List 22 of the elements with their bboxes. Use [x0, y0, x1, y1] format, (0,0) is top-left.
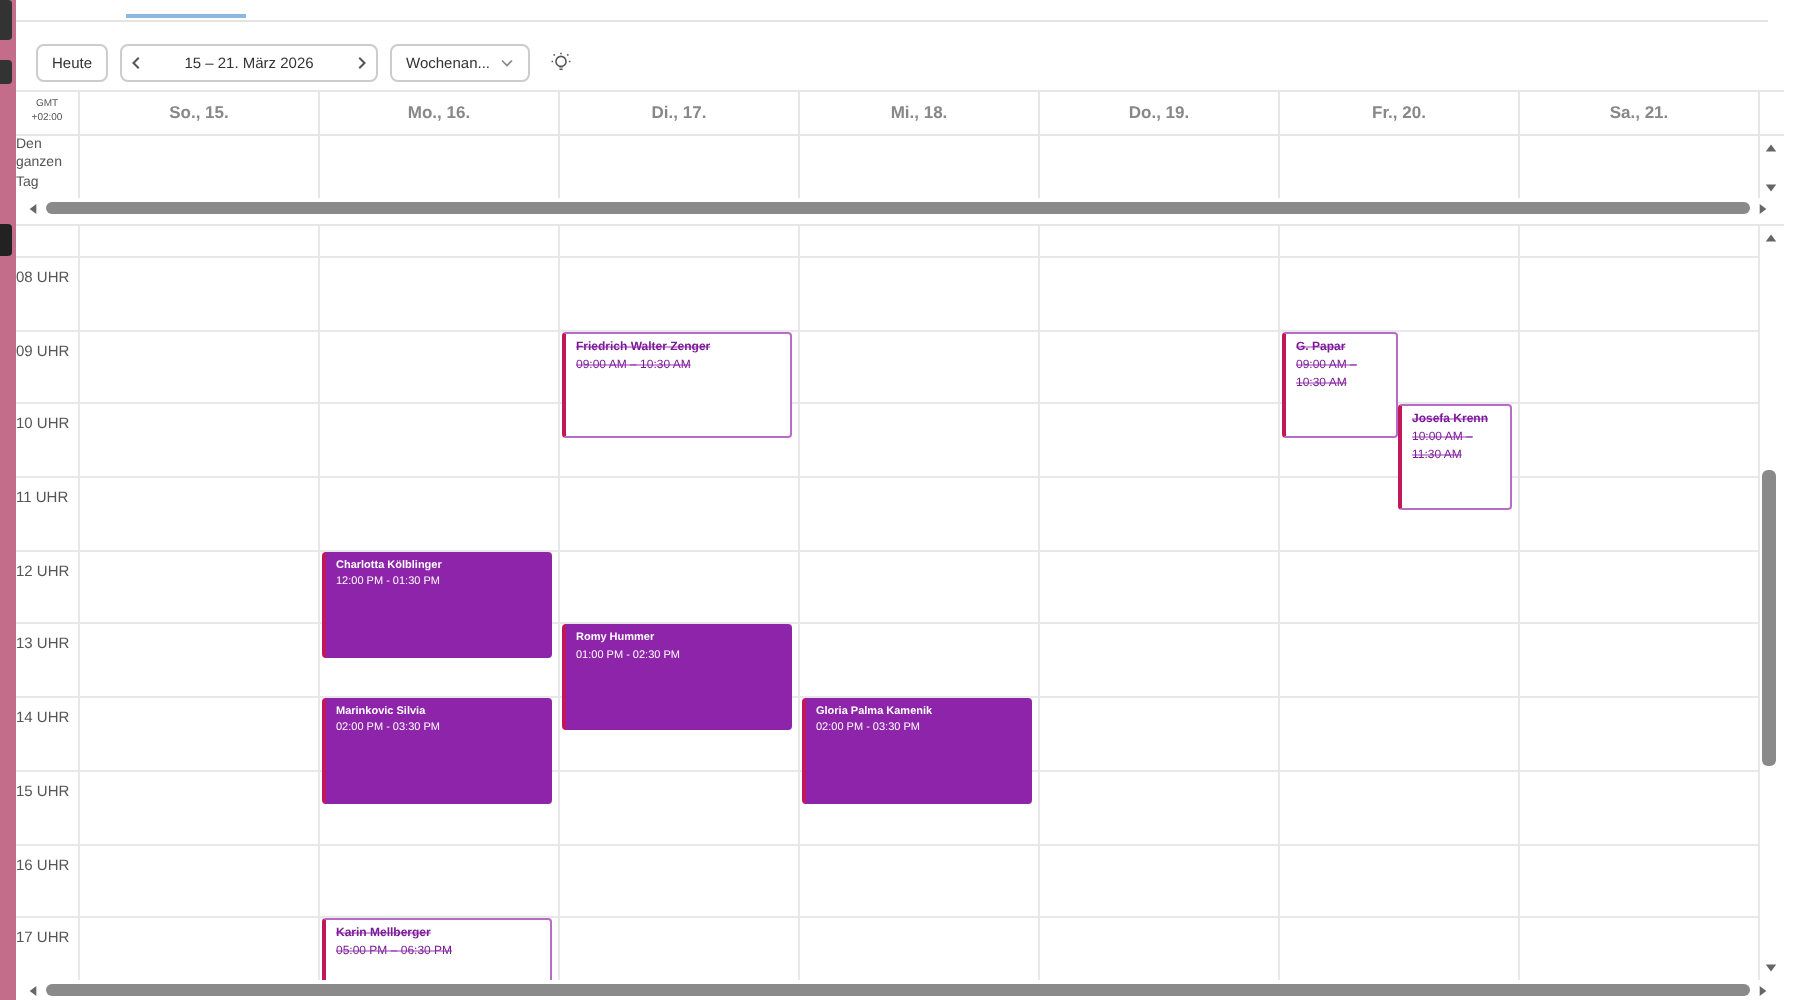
chevron-right-icon[interactable]: [354, 54, 368, 72]
day-header: Fr., 20.: [1280, 92, 1520, 134]
scroll-left-icon[interactable]: [28, 983, 38, 997]
scroll-right-icon[interactable]: [1758, 983, 1768, 997]
scroll-right-icon[interactable]: [1758, 201, 1768, 215]
scroll-up-icon[interactable]: [1763, 142, 1777, 154]
scrollbar-thumb[interactable]: [46, 984, 1750, 996]
day-header: Mo., 16.: [320, 92, 560, 134]
lightbulb-icon[interactable]: [550, 52, 572, 74]
day-header: Di., 17.: [560, 92, 800, 134]
day-header: Mi., 18.: [800, 92, 1040, 134]
day-header: Sa., 21.: [1520, 92, 1760, 134]
scroll-up-icon[interactable]: [1763, 232, 1777, 244]
scrollbar-thumb[interactable]: [1762, 470, 1776, 766]
day-header: Do., 19.: [1040, 92, 1280, 134]
scroll-down-icon[interactable]: [1763, 962, 1777, 974]
day-header: So., 15.: [80, 92, 320, 134]
scrollbar-thumb[interactable]: [46, 202, 1750, 214]
caret-icon: [500, 58, 514, 68]
chevron-left-icon[interactable]: [130, 54, 145, 72]
scroll-left-icon[interactable]: [28, 201, 38, 215]
scroll-down-icon[interactable]: [1763, 182, 1777, 194]
